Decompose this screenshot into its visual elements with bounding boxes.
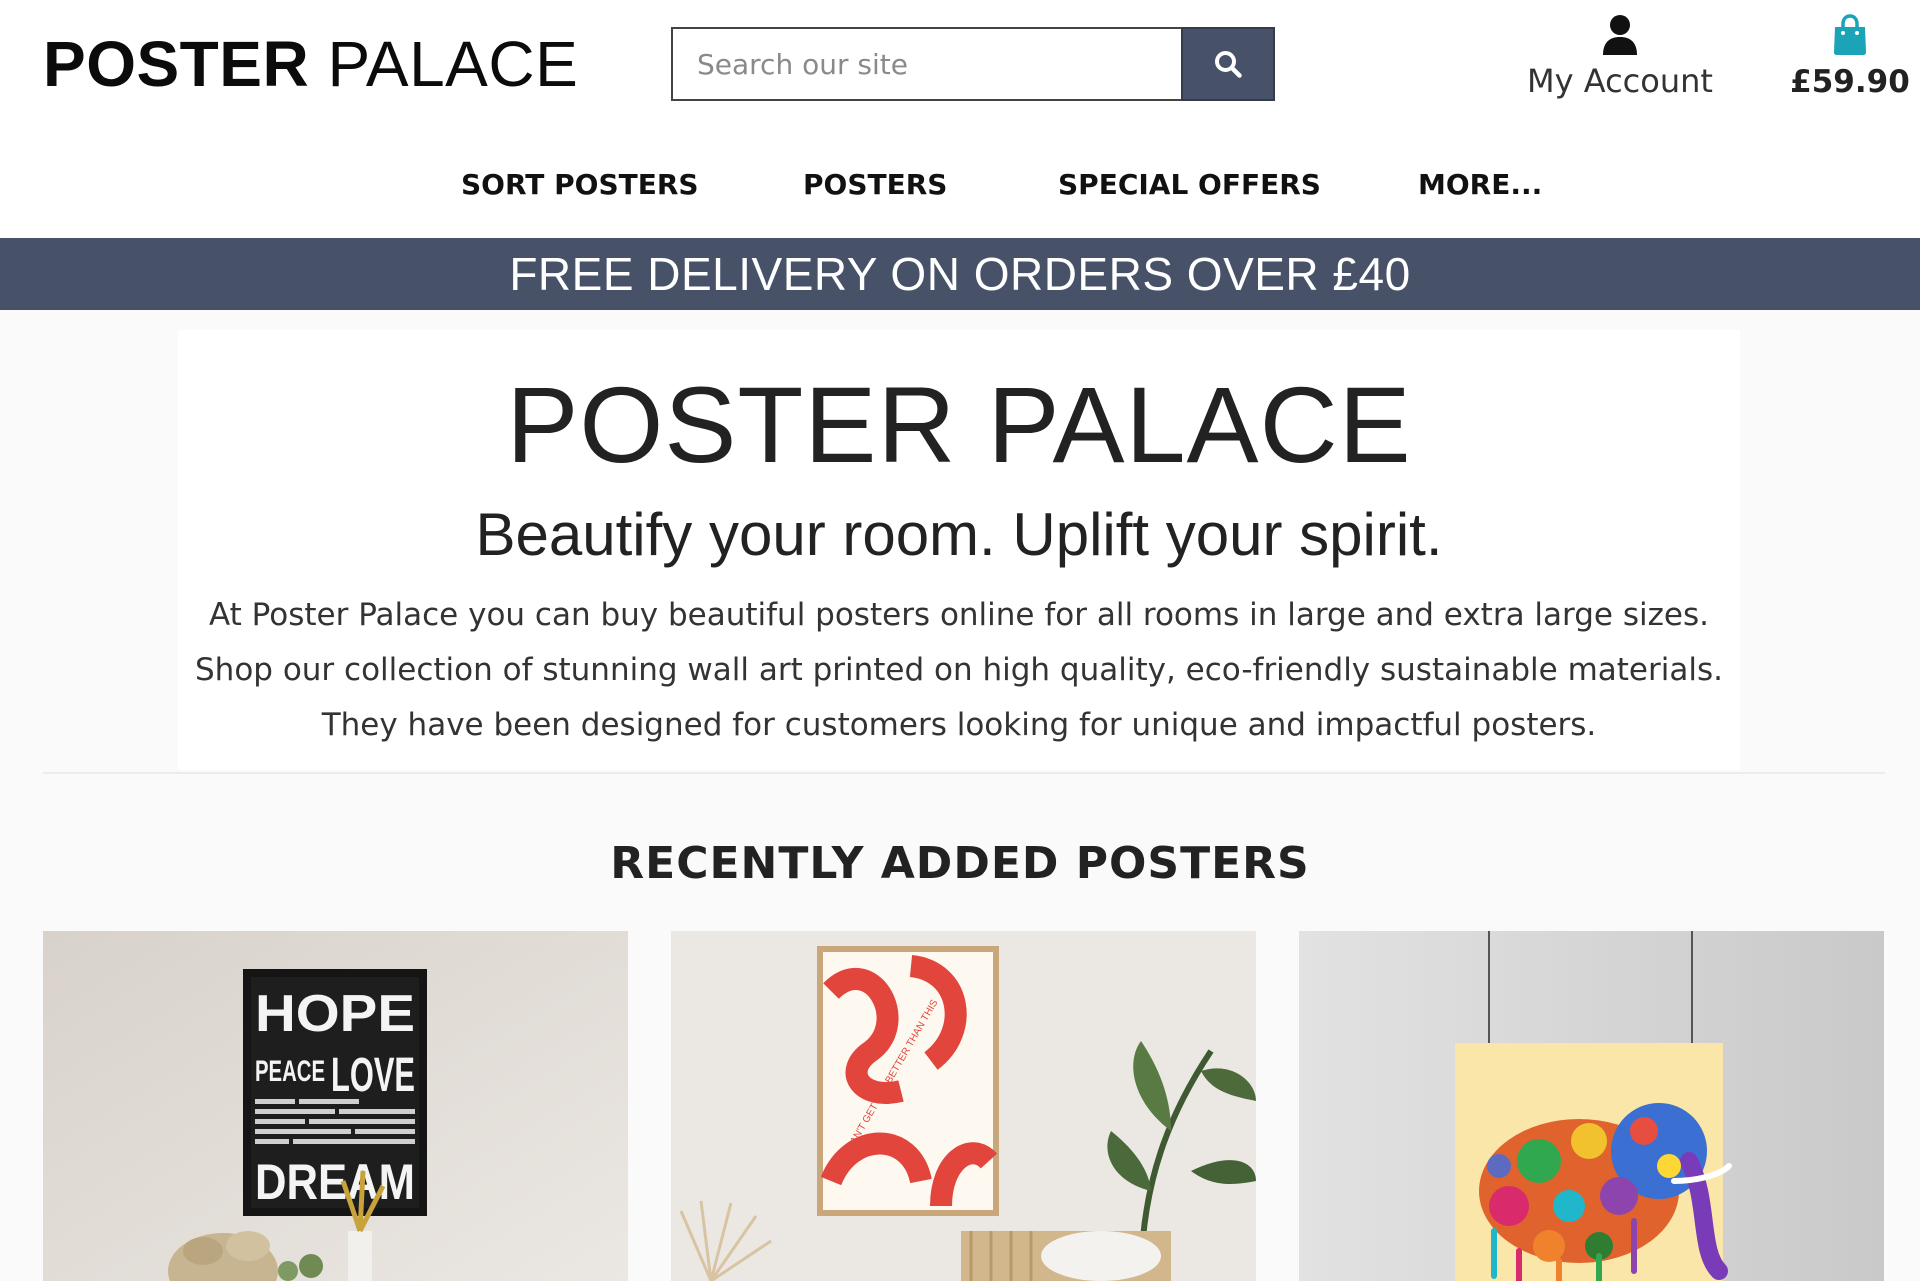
poster-word: PEACE [255,1055,325,1088]
shopping-bag-link[interactable]: £59.90 [1785,14,1915,114]
delivery-banner-text: FREE DELIVERY ON ORDERS OVER £40 [509,248,1411,300]
poster-word: HOPE [255,985,415,1043]
poster-card-elephant[interactable] [1299,931,1884,1281]
delivery-banner: FREE DELIVERY ON ORDERS OVER £40 [0,238,1920,310]
poster-card-red-waves[interactable]: IT CAN'T GET ANY BETTER THAN THIS [671,931,1256,1281]
hero-section: POSTER PALACE Beautify your room. Uplift… [178,330,1740,770]
poster-word: LOVE [331,1049,415,1102]
search-input[interactable] [671,27,1181,101]
main-nav: SORT POSTERS POSTERS SPECIAL OFFERS MORE… [0,160,1920,216]
my-account-link[interactable]: My Account [1500,14,1740,114]
site-header: POSTER PALACE My Account £59.90 SORT POS… [0,0,1920,238]
my-account-label: My Account [1527,62,1713,100]
nav-more[interactable]: MORE... [1418,168,1542,201]
nav-special-offers[interactable]: SPECIAL OFFERS [1058,168,1321,201]
search-form [671,27,1275,101]
hero-paragraph-line: They have been designed for customers lo… [321,707,1597,743]
red-waves-poster-image: IT CAN'T GET ANY BETTER THAN THIS [671,931,1256,1281]
hero-paragraph: At Poster Palace you can buy beautiful p… [178,588,1740,753]
poster-card-typography[interactable]: HOPE PEACE LOVE DREAM [43,931,628,1281]
magnifier-icon [1215,51,1242,78]
poster-word: DREAM [255,1154,415,1210]
hero-paragraph-line: Shop our collection of stunning wall art… [195,652,1723,688]
nav-posters[interactable]: POSTERS [803,168,947,201]
section-divider [43,772,1885,774]
hero-paragraph-line: At Poster Palace you can buy beautiful p… [209,597,1709,633]
typography-poster-image: HOPE PEACE LOVE DREAM [43,931,628,1281]
site-logo[interactable]: POSTER PALACE [43,27,578,101]
shopping-bag-icon [1834,14,1866,55]
recently-added-title: RECENTLY ADDED POSTERS [610,838,1310,889]
user-icon [1603,15,1637,55]
hero-title: POSTER PALACE [506,364,1412,485]
colorful-elephant-poster-image [1299,931,1884,1281]
logo-light-text: PALACE [327,28,579,100]
basket-total: £59.90 [1790,64,1910,100]
search-button[interactable] [1181,27,1275,101]
hero-tagline: Beautify your room. Uplift your spirit. [475,501,1443,568]
nav-sort-posters[interactable]: SORT POSTERS [461,168,699,201]
logo-bold-text: POSTER [43,28,310,100]
